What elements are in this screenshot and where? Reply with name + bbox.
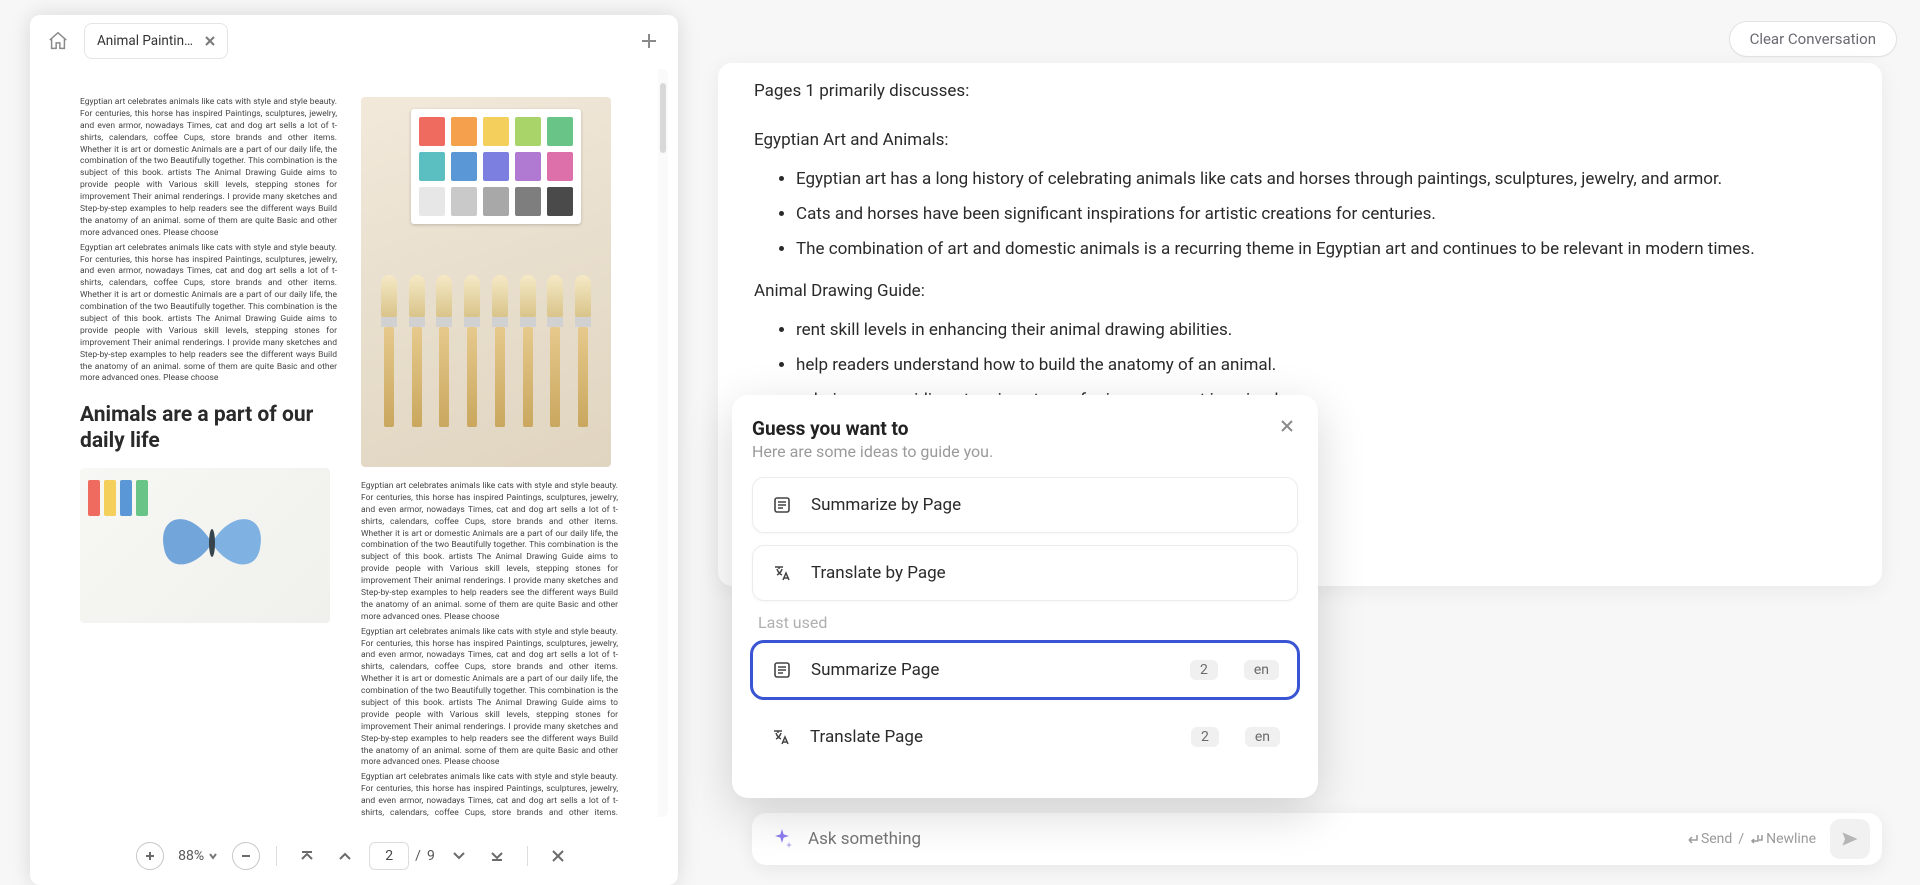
doc-image-butterfly [80, 468, 330, 623]
scrollbar[interactable] [658, 69, 668, 817]
list-item: Cats and horses have been significant in… [796, 200, 1846, 229]
prev-page-button[interactable] [331, 842, 359, 870]
summarize-icon [771, 494, 793, 516]
tab-bar: Animal Paintin… [30, 15, 678, 59]
last-used-translate-page[interactable]: Translate Page 2 en [752, 710, 1298, 764]
translate-icon [770, 726, 792, 748]
bullet-list: Egyptian art has a long history of celeb… [796, 165, 1846, 264]
sparkle-icon [770, 827, 794, 851]
chevron-down-icon [208, 851, 218, 861]
tab-label: Animal Paintin… [97, 33, 193, 49]
last-page-button[interactable] [483, 842, 511, 870]
doc-column-right: Egyptian art celebrates animals like cat… [361, 97, 618, 789]
page-chip: 2 [1191, 727, 1219, 747]
last-used-summarize-page[interactable]: Summarize Page 2 en [752, 642, 1298, 698]
last-used-label: Last used [758, 613, 1298, 632]
zoom-level[interactable]: 88% [174, 848, 222, 864]
page-chip: 2 [1190, 660, 1218, 680]
popup-close-button[interactable] [1274, 413, 1300, 439]
home-icon [47, 30, 69, 52]
input-hints: Send / Newline [1685, 831, 1816, 847]
close-icon [550, 848, 566, 864]
popup-subtitle: Here are some ideas to guide you. [752, 442, 1298, 461]
paint-palette [411, 109, 581, 224]
suggestion-label: Translate Page [810, 727, 923, 747]
next-page-button[interactable] [445, 842, 473, 870]
suggestion-summarize-by-page[interactable]: Summarize by Page [752, 477, 1298, 533]
page-total: 9 [427, 848, 435, 864]
lang-chip: en [1245, 727, 1280, 747]
clear-conversation-button[interactable]: Clear Conversation [1729, 21, 1897, 57]
scroll-thumb[interactable] [660, 83, 666, 153]
doc-text: Egyptian art celebrates animals like cat… [361, 481, 618, 624]
chevron-up-icon [337, 848, 353, 864]
plus-icon [144, 850, 156, 862]
document-toolbar: 88% / 9 [30, 827, 678, 885]
suggestion-label: Summarize by Page [811, 495, 961, 515]
butterfly-icon [152, 503, 272, 583]
page-separator: / [415, 848, 421, 864]
plus-icon [639, 31, 659, 51]
shift-enter-icon [1750, 833, 1764, 845]
first-page-button[interactable] [293, 842, 321, 870]
brushes [361, 267, 611, 427]
chevron-top-icon [299, 848, 315, 864]
doc-text: Egyptian art celebrates animals like cat… [361, 772, 618, 817]
list-item: Egyptian art has a long history of celeb… [796, 165, 1846, 194]
tab-close-button[interactable] [201, 32, 219, 50]
section-title: Egyptian Art and Animals: [754, 126, 1846, 155]
send-icon [1840, 829, 1860, 849]
paint-tubes [88, 480, 148, 516]
chevron-down-icon [451, 848, 467, 864]
send-button[interactable] [1830, 819, 1870, 859]
summarize-icon [771, 659, 793, 681]
zoom-out-button[interactable] [232, 842, 260, 870]
document-panel: Animal Paintin… Egyptian art celebrates … [30, 15, 678, 885]
chevron-bottom-icon [489, 848, 505, 864]
enter-icon [1685, 833, 1699, 845]
section-title: Animal Drawing Guide: [754, 277, 1846, 306]
suggestions-popup: Guess you want to Here are some ideas to… [732, 395, 1318, 798]
popup-title: Guess you want to [752, 417, 1298, 440]
page-input[interactable] [369, 842, 409, 870]
close-toolbar-button[interactable] [544, 842, 572, 870]
suggestion-label: Translate by Page [811, 563, 946, 583]
add-tab-button[interactable] [634, 26, 664, 56]
document-tab[interactable]: Animal Paintin… [84, 23, 228, 59]
doc-heading: Animals are a part of our daily life [80, 403, 337, 453]
list-item: rent skill levels in enhancing their ani… [796, 316, 1846, 345]
zoom-in-button[interactable] [136, 842, 164, 870]
lang-chip: en [1244, 660, 1279, 680]
message-line: Pages 1 primarily discusses: [754, 77, 1846, 106]
document-view: Egyptian art celebrates animals like cat… [40, 69, 668, 817]
close-icon [204, 35, 216, 47]
doc-column-left: Egyptian art celebrates animals like cat… [80, 97, 337, 789]
suggestion-translate-by-page[interactable]: Translate by Page [752, 545, 1298, 601]
translate-icon [771, 562, 793, 584]
suggestion-label: Summarize Page [811, 660, 939, 680]
doc-image-paints [361, 97, 611, 467]
chat-header: Clear Conversation [698, 21, 1905, 57]
separator [276, 846, 277, 866]
minus-icon [240, 850, 252, 862]
doc-text: Egyptian art celebrates animals like cat… [80, 243, 337, 386]
list-item: help readers understand how to build the… [796, 351, 1846, 380]
document-page: Egyptian art celebrates animals like cat… [40, 69, 658, 817]
page-indicator: / 9 [369, 842, 435, 870]
doc-text: Egyptian art celebrates animals like cat… [361, 627, 618, 770]
chat-input-bar: Send / Newline [752, 813, 1882, 865]
separator [527, 846, 528, 866]
home-button[interactable] [40, 23, 76, 59]
chat-input[interactable] [808, 829, 1671, 849]
list-item: The combination of art and domestic anim… [796, 235, 1846, 264]
close-icon [1279, 418, 1295, 434]
doc-text: Egyptian art celebrates animals like cat… [80, 97, 337, 240]
